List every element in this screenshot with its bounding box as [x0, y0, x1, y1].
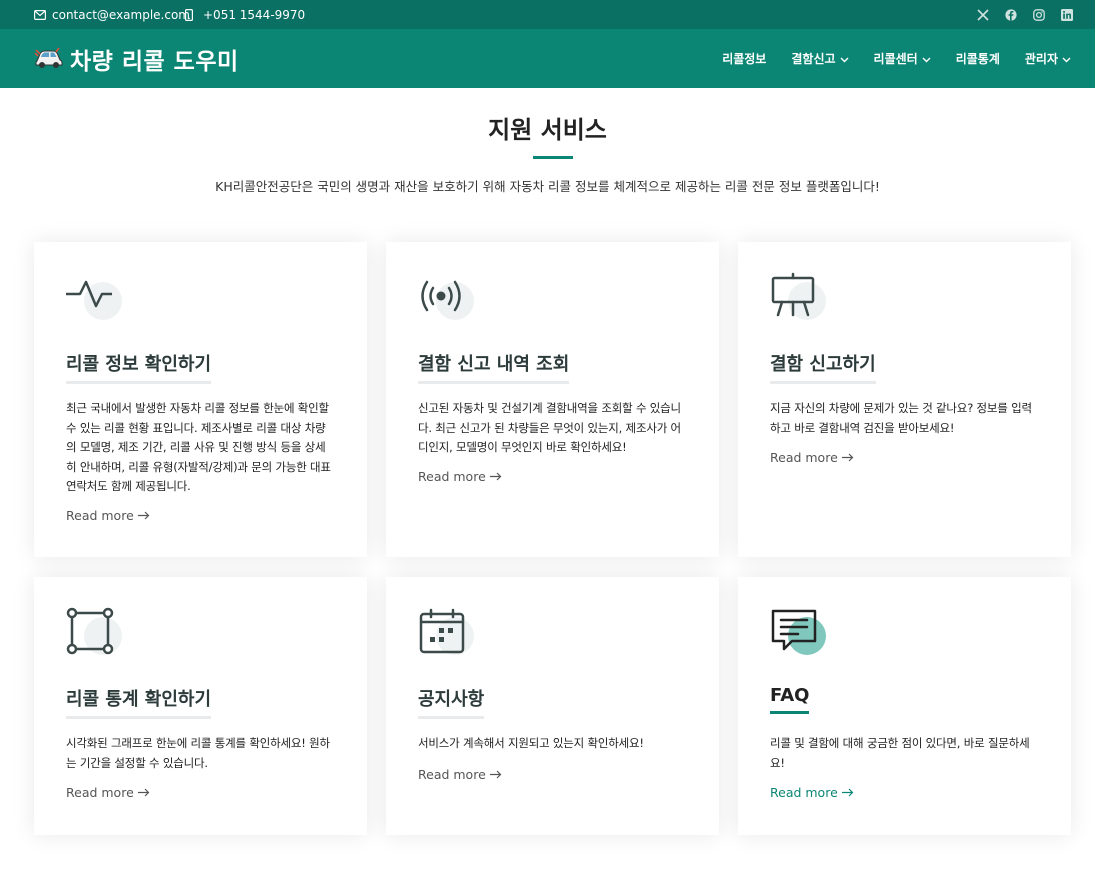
main-nav: 리콜정보 결함신고 리콜센터 리콜통계 관리자 — [697, 29, 1071, 88]
nav-item-admin[interactable]: 관리자 — [1025, 50, 1071, 67]
nav-label: 결함신고 — [791, 52, 836, 66]
read-more-label: Read more — [66, 508, 134, 523]
chevron-down-icon — [840, 52, 849, 66]
broadcast-icon — [418, 272, 478, 322]
service-card-report-defect[interactable]: 결함 신고하기 지금 자신의 차량에 문제가 있는 것 같나요? 정보를 입력하… — [738, 242, 1071, 557]
nav-label: 리콜통계 — [955, 52, 1000, 66]
read-more-link[interactable]: Read more — [418, 469, 502, 484]
envelope-icon — [34, 9, 46, 20]
chevron-down-icon — [922, 52, 931, 66]
nav-item-recall-stats[interactable]: 리콜통계 — [956, 50, 1000, 67]
read-more-label: Read more — [66, 785, 134, 800]
service-card-notice[interactable]: 공지사항 서비스가 계속해서 지원되고 있는지 확인하세요! Read more — [386, 577, 719, 835]
read-more-link[interactable]: Read more — [770, 785, 854, 800]
card-title: 리콜 통계 확인하기 — [66, 685, 212, 719]
read-more-label: Read more — [770, 785, 838, 800]
car-crash-logo-icon — [34, 44, 64, 74]
chat-icon — [770, 607, 830, 657]
service-card-recall-info[interactable]: 리콜 정보 확인하기 최근 국내에서 발생한 자동차 리콜 정보를 한눈에 확인… — [34, 242, 367, 557]
chevron-down-icon — [1062, 52, 1071, 66]
bounding-box-icon — [66, 607, 126, 657]
arrow-right-icon — [841, 785, 854, 800]
card-text: 시각화된 그래프로 한눈에 리콜 통계를 확인하세요! 원하는 기간을 설정할 … — [66, 736, 330, 770]
section-title-underline — [533, 156, 573, 159]
service-card-recall-stats[interactable]: 리콜 통계 확인하기 시각화된 그래프로 한눈에 리콜 통계를 확인하세요! 원… — [34, 577, 367, 835]
card-title: 결함 신고 내역 조회 — [418, 350, 570, 384]
arrow-right-icon — [137, 508, 150, 523]
phone-text: +051 1544-9970 — [203, 7, 306, 22]
read-more-link[interactable]: Read more — [66, 785, 150, 800]
read-more-link[interactable]: Read more — [66, 508, 150, 523]
card-title: 리콜 정보 확인하기 — [66, 350, 212, 384]
card-title: 공지사항 — [418, 685, 485, 719]
arrow-right-icon — [489, 767, 502, 782]
section-description: KH리콜안전공단은 국민의 생명과 재산을 보호하기 위해 자동차 리콜 정보를… — [215, 179, 880, 194]
instagram-icon[interactable] — [1032, 8, 1045, 21]
section-title: 지원 서비스 — [488, 116, 607, 144]
nav-item-recall-center[interactable]: 리콜센터 — [874, 50, 931, 67]
linkedin-icon[interactable] — [1060, 8, 1073, 21]
social-links — [976, 0, 1073, 29]
facebook-icon[interactable] — [1004, 8, 1017, 21]
service-card-faq[interactable]: FAQ 리콜 및 결함에 대해 궁금한 점이 있다면, 바로 질문하세요! Re… — [738, 577, 1071, 835]
read-more-label: Read more — [418, 767, 486, 782]
arrow-right-icon — [489, 469, 502, 484]
main-header: 차량 리콜 도우미 리콜정보 결함신고 리콜센터 리콜통계 관리자 — [0, 29, 1095, 88]
card-title: FAQ — [770, 685, 810, 714]
nav-label: 리콜센터 — [873, 52, 918, 66]
card-text: 지금 자신의 차량에 문제가 있는 것 같나요? 정보를 입력하고 바로 결함내… — [770, 401, 1032, 435]
card-text: 서비스가 계속해서 지원되고 있는지 확인하세요! — [418, 736, 644, 750]
x-twitter-icon[interactable] — [976, 8, 989, 21]
site-title: 차량 리콜 도우미 — [70, 48, 239, 75]
nav-item-recall-info[interactable]: 리콜정보 — [722, 50, 766, 67]
card-text: 최근 국내에서 발생한 자동차 리콜 정보를 한눈에 확인할 수 있는 리콜 현… — [66, 401, 331, 493]
read-more-label: Read more — [418, 469, 486, 484]
arrow-right-icon — [841, 450, 854, 465]
phone-icon — [185, 8, 193, 21]
easel-icon — [770, 272, 830, 322]
activity-icon — [66, 272, 126, 322]
contact-phone[interactable]: +051 1544-9970 — [185, 0, 305, 29]
card-text: 신고된 자동차 및 건설기계 결함내역을 조회할 수 있습니다. 최근 신고가 … — [418, 401, 681, 454]
card-title: 결함 신고하기 — [770, 350, 876, 384]
contact-email[interactable]: contact@example.com — [34, 0, 190, 29]
top-bar: contact@example.com +051 1544-9970 — [0, 0, 1095, 29]
read-more-label: Read more — [770, 450, 838, 465]
service-card-defect-history[interactable]: 결함 신고 내역 조회 신고된 자동차 및 건설기계 결함내역을 조회할 수 있… — [386, 242, 719, 557]
email-text: contact@example.com — [52, 7, 190, 22]
read-more-link[interactable]: Read more — [770, 450, 854, 465]
site-logo[interactable]: 차량 리콜 도우미 — [34, 29, 239, 88]
calendar-icon — [418, 607, 478, 657]
read-more-link[interactable]: Read more — [418, 767, 502, 782]
arrow-right-icon — [137, 785, 150, 800]
nav-label: 관리자 — [1024, 52, 1058, 66]
card-text: 리콜 및 결함에 대해 궁금한 점이 있다면, 바로 질문하세요! — [770, 736, 1030, 770]
nav-label: 리콜정보 — [722, 52, 767, 66]
nav-item-defect-report[interactable]: 결함신고 — [791, 50, 849, 67]
